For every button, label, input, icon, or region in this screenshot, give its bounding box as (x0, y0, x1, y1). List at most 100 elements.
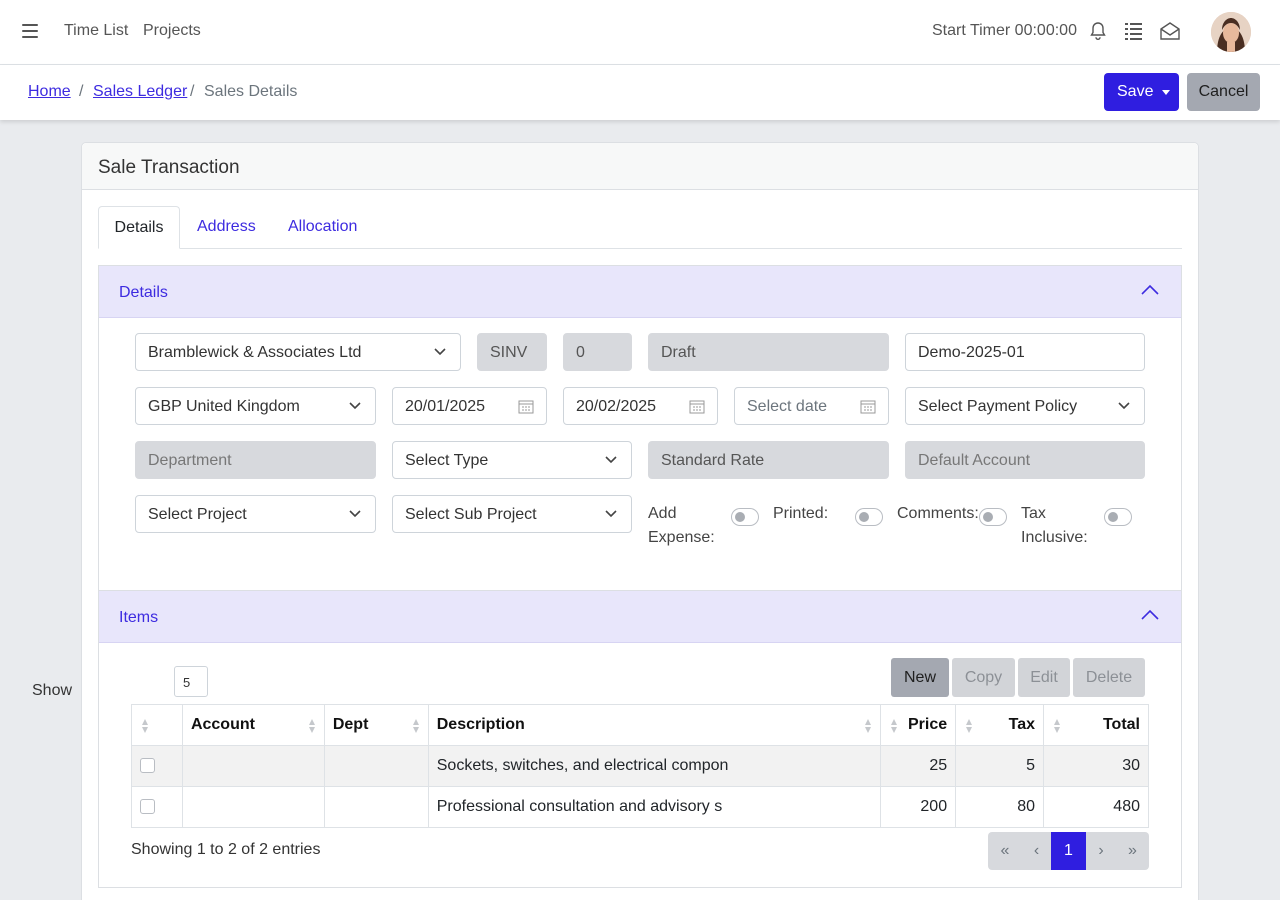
tab-address[interactable]: Address (197, 206, 256, 248)
page-size-input[interactable]: 5 (174, 666, 208, 697)
row-checkbox[interactable] (140, 758, 155, 774)
calendar-icon (689, 400, 705, 414)
copy-item-button[interactable]: Copy (952, 658, 1015, 697)
save-label: Save (1117, 83, 1154, 100)
tax-inclusive-label: Tax Inclusive: (1021, 505, 1088, 546)
pager-first-button[interactable]: « (988, 832, 1022, 870)
add-expense-toggle[interactable] (731, 508, 759, 526)
column-header-dept[interactable]: Dept (323, 704, 429, 746)
menu-icon[interactable] (22, 24, 38, 40)
tab-details[interactable]: Details (98, 206, 180, 249)
due-date-input[interactable]: 20/02/2025 (563, 387, 718, 425)
customer-select[interactable]: Bramblewick & Associates Ltd (135, 333, 461, 371)
type-value: Select Type (405, 452, 489, 469)
edit-item-button[interactable]: Edit (1018, 658, 1070, 697)
type-select[interactable]: Select Type (392, 441, 632, 479)
list-icon[interactable] (1123, 20, 1145, 42)
details-section-title: Details (119, 284, 168, 301)
customer-value: Bramblewick & Associates Ltd (148, 344, 362, 361)
column-header-description[interactable]: Description (427, 704, 882, 746)
department-field: Department (135, 441, 376, 479)
table-header-row: Account Dept Description Price Tax Total (131, 704, 1149, 746)
invoice-date-input[interactable]: 20/01/2025 (392, 387, 547, 425)
total-cell: 30 (1043, 745, 1149, 787)
save-button[interactable]: Save (1104, 73, 1179, 111)
account-cell (181, 745, 325, 787)
account-header-label: Account (190, 716, 255, 733)
table-row[interactable]: Sockets, switches, and electrical compon… (131, 745, 1149, 787)
user-avatar[interactable] (1211, 12, 1251, 52)
column-header-select[interactable] (131, 704, 183, 746)
reference-input[interactable]: Demo-2025-01 (905, 333, 1145, 371)
pager-prev-button[interactable]: ‹ (1022, 832, 1051, 870)
payment-policy-select[interactable]: Select Payment Policy (905, 387, 1145, 425)
table-row[interactable]: Professional consultation and advisory s… (131, 786, 1149, 828)
tax-inclusive-toggle[interactable] (1104, 508, 1132, 526)
row-checkbox[interactable] (140, 799, 155, 815)
sort-icon (1054, 719, 1061, 733)
description-cell: Professional consultation and advisory s (427, 786, 882, 828)
new-item-button[interactable]: New (891, 658, 949, 697)
cancel-button[interactable]: Cancel (1187, 73, 1260, 111)
printed-toggle[interactable] (855, 508, 883, 526)
project-select[interactable]: Select Project (135, 495, 376, 533)
currency-select[interactable]: GBP United Kingdom (135, 387, 376, 425)
breadcrumb-home[interactable]: Home (28, 83, 71, 101)
tax-rate-field: Standard Rate (648, 441, 889, 479)
sort-icon (891, 719, 898, 733)
chevron-up-icon[interactable] (1141, 609, 1159, 621)
breadcrumb-bar: Home / Sales Ledger / Sales Details Save… (0, 65, 1280, 120)
breadcrumb-current: Sales Details (204, 83, 298, 100)
dept-cell (323, 745, 429, 787)
chevron-down-icon (605, 510, 617, 518)
dept-cell (323, 786, 429, 828)
nav-projects[interactable]: Projects (143, 22, 201, 40)
invoice-date-value: 20/01/2025 (405, 398, 486, 415)
chevron-up-icon[interactable] (1141, 284, 1159, 296)
details-section-header[interactable]: Details (99, 266, 1181, 318)
chevron-down-icon (605, 456, 617, 464)
items-section-header[interactable]: Items (99, 591, 1181, 643)
description-header-label: Description (436, 716, 525, 733)
nav-time-list[interactable]: Time List (64, 22, 128, 40)
pager-last-button[interactable]: » (1116, 832, 1149, 870)
invoice-prefix-field: SINV (477, 333, 547, 371)
breadcrumb-sales-ledger[interactable]: Sales Ledger (93, 83, 187, 101)
comments-toggle[interactable] (979, 508, 1007, 526)
sort-icon (865, 719, 872, 733)
caret-down-icon (1162, 90, 1170, 95)
start-timer[interactable]: Start Timer 00:00:00 (932, 22, 1077, 40)
total-cell: 480 (1043, 786, 1149, 828)
printed-label: Printed: (773, 505, 829, 522)
due-date-value: 20/02/2025 (576, 398, 657, 415)
price-cell: 25 (880, 745, 957, 787)
pager-next-button[interactable]: › (1086, 832, 1116, 870)
account-cell (181, 786, 325, 828)
bell-icon[interactable] (1087, 20, 1109, 42)
sub-project-select[interactable]: Select Sub Project (392, 495, 632, 533)
date-placeholder: Select date (747, 398, 828, 415)
chevron-down-icon (434, 348, 446, 356)
chevron-down-icon (349, 510, 361, 518)
delete-item-button[interactable]: Delete (1073, 658, 1145, 697)
column-header-total[interactable]: Total (1043, 704, 1149, 746)
tax-cell: 80 (955, 786, 1045, 828)
price-cell: 200 (880, 786, 957, 828)
mail-icon[interactable] (1159, 20, 1181, 42)
total-header-label: Total (1102, 716, 1140, 733)
column-header-account[interactable]: Account (181, 704, 325, 746)
page-title: Sale Transaction (98, 157, 240, 178)
price-header-label: Price (907, 716, 948, 733)
top-navbar: Time List Projects Start Timer 00:00:00 (0, 0, 1280, 65)
column-header-price[interactable]: Price (880, 704, 957, 746)
tax-cell: 5 (955, 745, 1045, 787)
row-select-cell (131, 786, 183, 828)
status-field: Draft (648, 333, 889, 371)
show-entries-label: Show (32, 682, 73, 699)
column-header-tax[interactable]: Tax (955, 704, 1045, 746)
tab-allocation[interactable]: Allocation (288, 206, 357, 248)
date-input[interactable]: Select date (734, 387, 889, 425)
breadcrumb-separator: / (79, 83, 84, 100)
calendar-icon (518, 400, 534, 414)
pager-page-1[interactable]: 1 (1051, 832, 1086, 870)
